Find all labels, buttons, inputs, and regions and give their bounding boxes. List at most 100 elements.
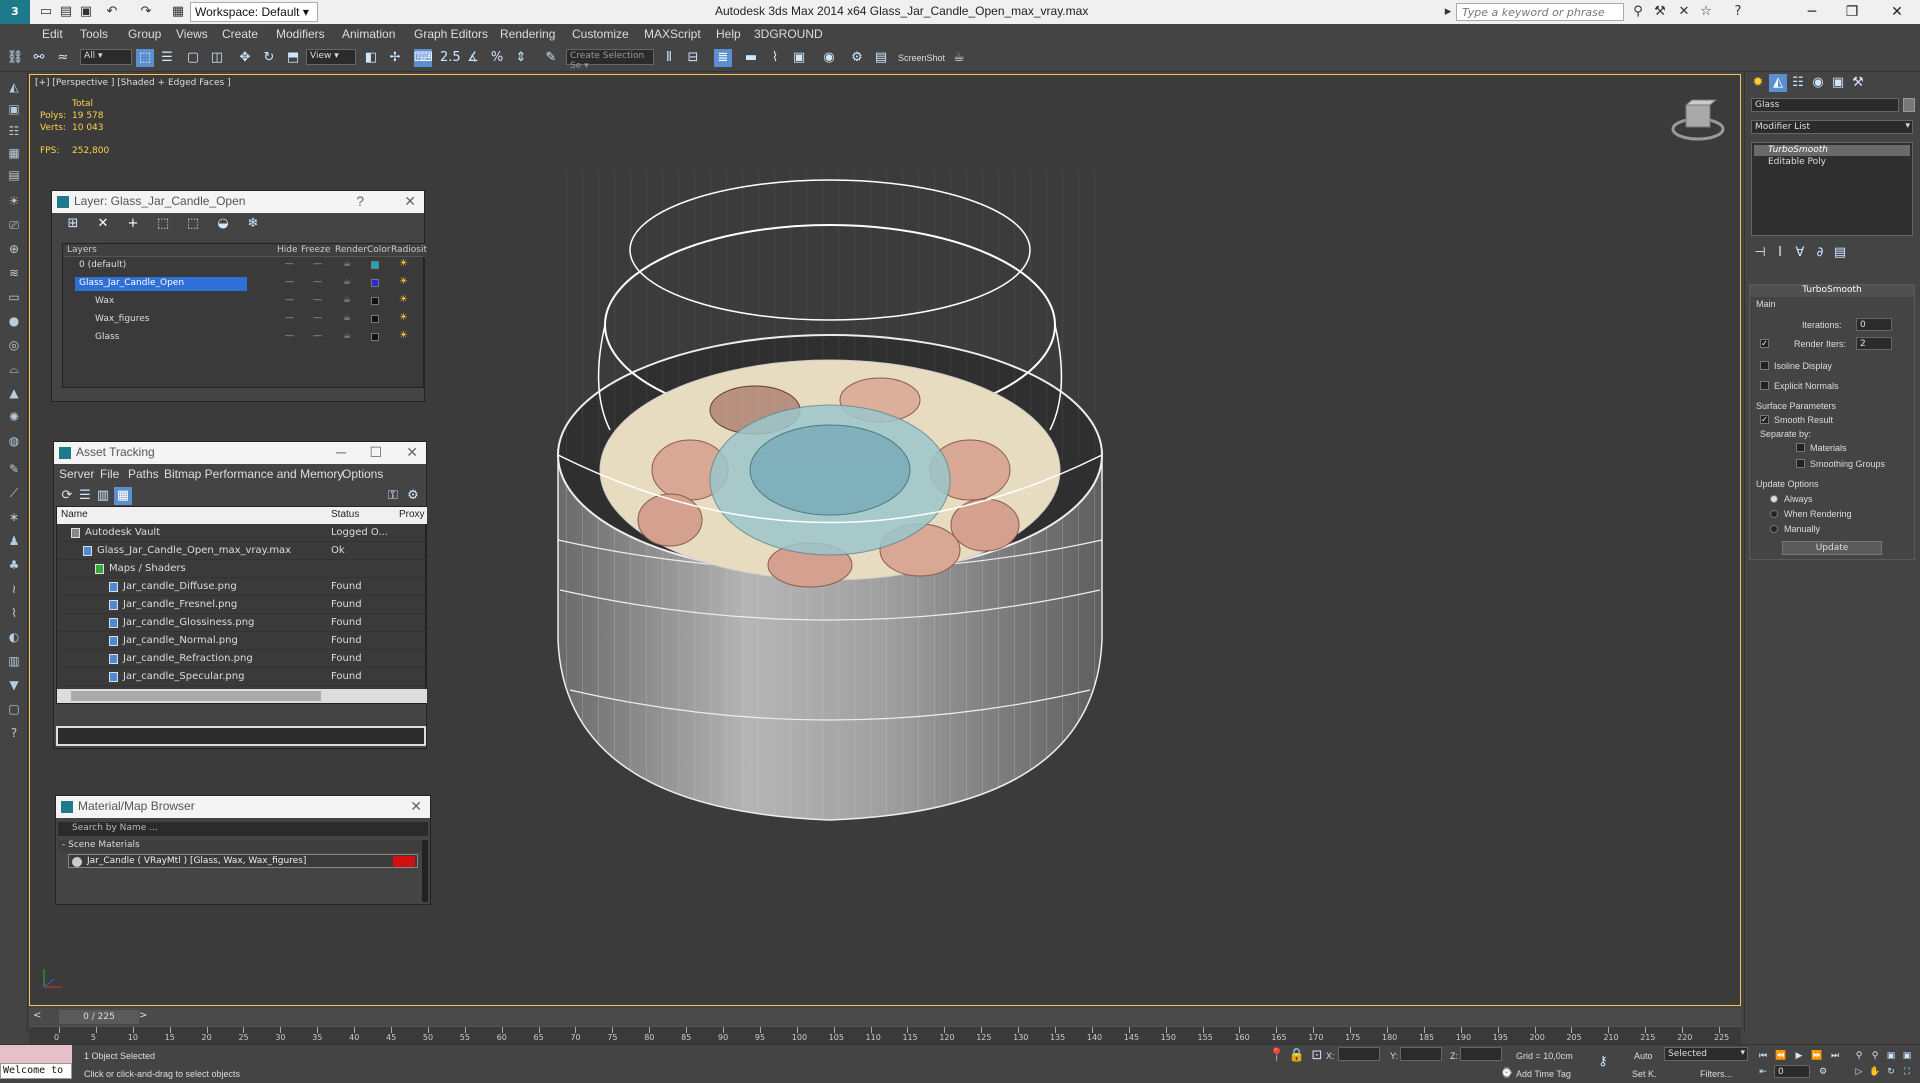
layer-hide-toggle[interactable]: — <box>285 259 294 269</box>
menu-help[interactable]: Help <box>716 27 741 41</box>
asset-row[interactable]: Maps / Shaders <box>57 561 427 578</box>
asset-menu-paths[interactable]: Paths <box>128 467 159 481</box>
smooth-result-checkbox[interactable]: ✓ <box>1760 415 1769 424</box>
material-editor-icon[interactable]: ◉ <box>820 49 838 67</box>
col-radiosity[interactable]: Radiosit <box>391 245 427 255</box>
layer-render-toggle[interactable]: ☕ <box>343 277 351 287</box>
menu-animation[interactable]: Animation <box>342 27 395 41</box>
layer-manager-icon[interactable]: ≣ <box>714 49 732 67</box>
track-bar[interactable]: 0 5 10 15 20 25 30 35 40 45 50 55 60 65 70 75 80 85 90 95 10… <box>29 1026 1741 1044</box>
layer-row[interactable]: Wax_figures — — ☕ ☀ <box>63 312 425 328</box>
scale-icon[interactable]: ⬒ <box>284 49 302 67</box>
create-layer-icon[interactable]: ⊞ <box>64 215 82 233</box>
modifier-list-dropdown[interactable]: Modifier List ▾ <box>1751 120 1913 134</box>
set-key-icon[interactable]: ⚷ <box>1594 1053 1612 1071</box>
menu-edit[interactable]: Edit <box>42 27 63 41</box>
select-layer-objects-icon[interactable]: ⬚ <box>154 215 172 233</box>
smoothing-groups-checkbox[interactable] <box>1796 459 1805 468</box>
layer-freeze-toggle[interactable]: — <box>313 295 322 305</box>
layer-hide-toggle[interactable]: — <box>285 277 294 287</box>
sphere-primitive-icon[interactable]: ● <box>5 312 23 330</box>
asset-panel-titlebar[interactable]: Asset Tracking ─ ☐ ✕ <box>54 442 426 464</box>
layer-radiosity-icon[interactable]: ☀ <box>399 294 408 305</box>
omni-light-icon[interactable]: ✺ <box>5 408 23 426</box>
render-sphere-icon[interactable]: ◐ <box>5 628 23 646</box>
turbosmooth-rollout-title[interactable]: TurboSmooth <box>1750 285 1914 297</box>
delete-layer-icon[interactable]: ✕ <box>94 215 112 233</box>
asset-close-icon[interactable]: ✕ <box>406 444 418 461</box>
time-slider-thumb[interactable]: 0 / 225 <box>59 1010 139 1024</box>
move-icon[interactable]: ✥ <box>236 49 254 67</box>
asset-menu-bitmap[interactable]: Bitmap Performance and Memory <box>164 467 343 481</box>
iterations-spinner[interactable]: 0 <box>1856 318 1892 331</box>
layer-color-swatch[interactable] <box>371 333 379 341</box>
key-mode-icon[interactable]: ⇤ <box>1754 1063 1772 1081</box>
material-panel-titlebar[interactable]: Material/Map Browser ✕ <box>56 796 430 818</box>
selection-lock-icon[interactable]: 🔒 <box>1288 1047 1306 1065</box>
auto-key-button[interactable]: Auto <box>1634 1051 1653 1061</box>
layer-render-toggle[interactable]: ☕ <box>343 331 351 341</box>
material-scrollbar[interactable] <box>422 840 428 902</box>
add-to-layer-icon[interactable]: + <box>124 215 142 233</box>
infocenter-arrow-icon[interactable]: ▸ <box>1440 4 1456 20</box>
object-name-field[interactable]: Glass <box>1751 98 1899 112</box>
play-icon[interactable]: ▶ <box>1790 1047 1808 1065</box>
angle-snap-icon[interactable]: ∡ <box>464 49 482 67</box>
motion-tab-icon[interactable]: ◉ <box>1809 74 1827 92</box>
make-unique-icon[interactable]: ∀ <box>1791 244 1809 262</box>
current-frame-field[interactable]: 0 <box>1774 1065 1810 1078</box>
named-selection-set-dropdown[interactable]: Create Selection Se ▾ <box>566 49 654 71</box>
command-modify-icon[interactable]: ▣ <box>5 100 23 118</box>
camera-icon[interactable]: ⎚ <box>5 216 23 234</box>
layer-hide-toggle[interactable]: — <box>285 331 294 341</box>
scene-materials-group[interactable]: - Scene Materials <box>58 840 426 852</box>
viewport-label[interactable]: [+] [Perspective ] [Shaded + Edged Faces… <box>35 78 231 88</box>
asset-maximize-icon[interactable]: ☐ <box>369 444 382 461</box>
key-filter-dropdown[interactable]: Selected ▾ <box>1664 1047 1748 1061</box>
screenshot-label[interactable]: ScreenShot <box>898 53 945 63</box>
help-icon[interactable]: ? <box>1730 4 1746 20</box>
menu-modifiers[interactable]: Modifiers <box>276 27 325 41</box>
manually-radio[interactable] <box>1770 525 1778 533</box>
layer-freeze-toggle[interactable]: — <box>313 313 322 323</box>
asset-scroll-thumb[interactable] <box>71 691 321 701</box>
cloth-icon[interactable]: ⌇ <box>5 604 23 622</box>
teapot-render-icon[interactable]: ☕ <box>950 49 968 67</box>
rotate-icon[interactable]: ↻ <box>260 49 278 67</box>
list-view-icon[interactable]: ☰ <box>76 487 94 505</box>
percent-snap-icon[interactable]: % <box>488 49 506 67</box>
geosphere-icon[interactable]: ◍ <box>5 432 23 450</box>
keyboard-shortcut-override-icon[interactable]: ⌨ <box>414 49 433 67</box>
app-logo-icon[interactable]: 3 <box>0 0 30 24</box>
asset-settings-icon[interactable]: ⚙ <box>404 487 422 505</box>
display-tab-icon[interactable]: ▣ <box>1829 74 1847 92</box>
select-by-name-icon[interactable]: ☰ <box>158 49 176 67</box>
unlink-icon[interactable]: ⚯ <box>30 49 48 67</box>
render-frame-icon[interactable]: ▤ <box>872 49 890 67</box>
add-time-tag-label[interactable]: Add Time Tag <box>1516 1069 1571 1079</box>
asset-menu-options[interactable]: Options <box>342 467 383 481</box>
col-proxy[interactable]: Proxy <box>399 509 425 526</box>
viewcube-icon[interactable] <box>1668 97 1728 147</box>
stack-item-editable-poly[interactable]: Editable Poly <box>1754 157 1910 168</box>
update-button[interactable]: Update <box>1782 541 1882 555</box>
render-iters-checkbox[interactable]: ✓ <box>1760 339 1769 348</box>
favorites-star-icon[interactable]: ☆ <box>1698 4 1714 20</box>
col-render[interactable]: Render <box>335 245 367 255</box>
time-configuration-icon[interactable]: ⚙ <box>1814 1063 1832 1081</box>
pivot-center-icon[interactable]: ◧ <box>362 49 380 67</box>
asset-row[interactable]: Jar_candle_Glossiness.png Found <box>57 615 427 632</box>
menu-rendering[interactable]: Rendering <box>500 27 555 41</box>
layer-freeze-toggle[interactable]: — <box>313 259 322 269</box>
thumbnail-view-icon[interactable]: ▥ <box>94 487 112 505</box>
col-layers[interactable]: Layers <box>67 245 97 255</box>
layer-color-swatch[interactable] <box>371 315 379 323</box>
spinner-snap-icon[interactable]: ⇕ <box>512 49 530 67</box>
time-tag-icon[interactable]: ⌚ <box>1498 1065 1516 1083</box>
hide-all-layers-icon[interactable]: ◒ <box>214 215 232 233</box>
hair-icon[interactable]: ≀ <box>5 580 23 598</box>
maxscript-listener-mini[interactable] <box>0 1045 72 1065</box>
layer-color-swatch[interactable] <box>371 261 379 269</box>
layer-radiosity-icon[interactable]: ☀ <box>399 330 408 341</box>
prev-frame-icon[interactable]: ⏪ <box>1772 1047 1790 1065</box>
